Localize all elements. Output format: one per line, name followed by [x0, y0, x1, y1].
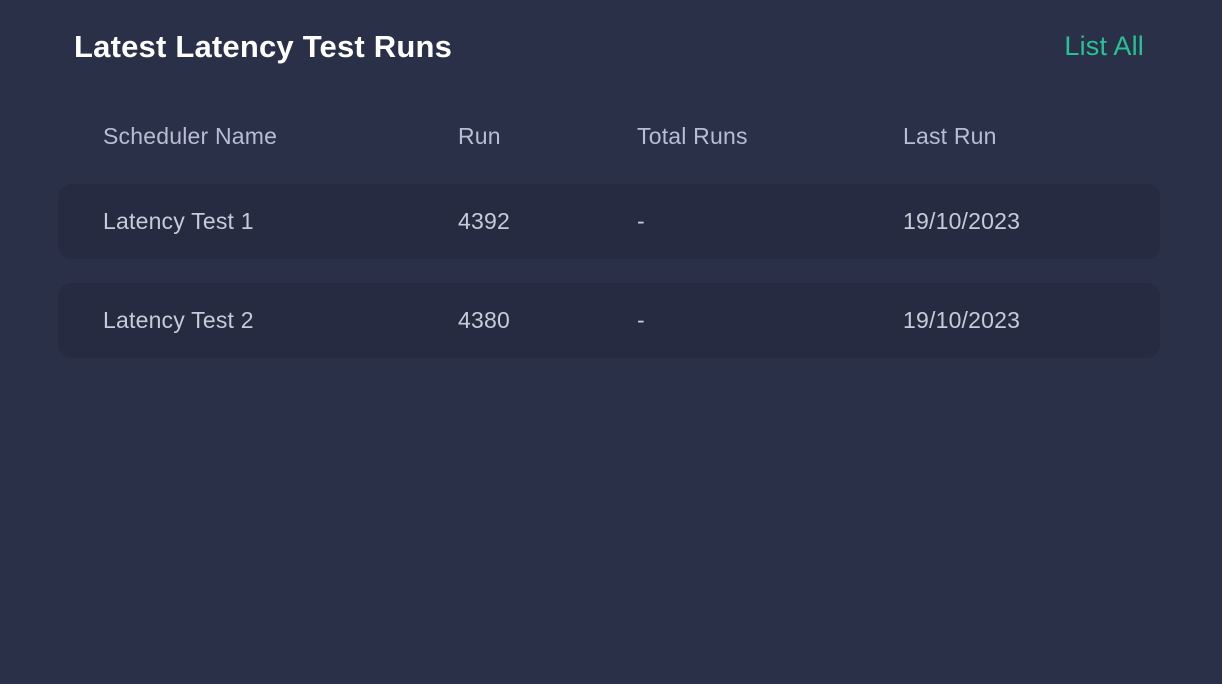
page-title: Latest Latency Test Runs	[74, 28, 453, 64]
cell-total-runs: -	[637, 307, 645, 333]
cell-total-runs: -	[637, 208, 645, 234]
table-row[interactable]: Latency Test 2 4380 - 19/10/2023	[58, 283, 1160, 358]
table-row[interactable]: Latency Test 1 4392 - 19/10/2023	[58, 184, 1160, 259]
cell-scheduler-name: Latency Test 1	[103, 208, 254, 234]
list-all-link[interactable]: List All	[1064, 32, 1144, 60]
column-header-total-runs: Total Runs	[637, 122, 748, 149]
cell-run: 4380	[458, 307, 510, 333]
table-body: Latency Test 1 4392 - 19/10/2023 Latency…	[58, 184, 1160, 358]
latency-runs-table: Scheduler Name Run Total Runs Last Run L…	[58, 106, 1160, 358]
cell-last-run: 19/10/2023	[903, 307, 1021, 333]
panel-header: Latest Latency Test Runs List All	[0, 0, 1222, 92]
column-header-last-run: Last Run	[903, 122, 997, 149]
cell-last-run: 19/10/2023	[903, 208, 1021, 234]
cell-scheduler-name: Latency Test 2	[103, 307, 254, 333]
cell-run: 4392	[458, 208, 510, 234]
latest-latency-test-runs-panel: Latest Latency Test Runs List All Schedu…	[0, 0, 1222, 684]
column-header-scheduler-name: Scheduler Name	[103, 122, 278, 149]
column-header-run: Run	[458, 122, 501, 149]
table-header-row: Scheduler Name Run Total Runs Last Run	[58, 106, 1160, 166]
